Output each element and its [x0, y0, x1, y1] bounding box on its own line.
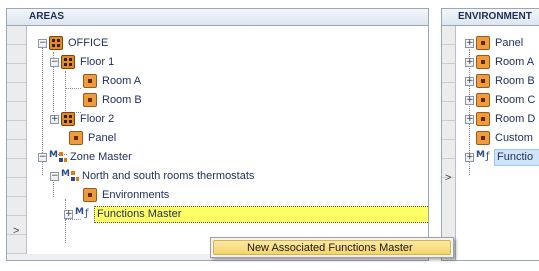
environment-icon — [83, 74, 97, 88]
tree-node-label: Panel — [88, 132, 117, 144]
collapse-icon[interactable]: − — [50, 58, 59, 67]
tree-node-label: Environments — [102, 189, 170, 201]
environment-icon — [476, 93, 490, 107]
expand-icon[interactable]: + — [50, 115, 59, 124]
environment-icon — [83, 93, 97, 107]
new-associated-functions-master-menu-item[interactable]: New Associated Functions Master — [213, 240, 451, 255]
zone-master-icon: M — [49, 150, 67, 164]
menu-item-label: New Associated Functions Master — [247, 242, 413, 254]
tree-node-label: Custom — [495, 132, 533, 144]
environments-header[interactable]: ENVIRONMENT — [442, 9, 539, 26]
tree-node-room-a[interactable]: Room A — [81, 73, 201, 90]
expand-icon[interactable]: + — [465, 115, 474, 124]
env-node-room-c[interactable]: + Room C — [464, 92, 539, 109]
environments-header-label: ENVIRONMENT — [458, 11, 532, 22]
tree-node-floor-1[interactable]: − Floor 1 — [47, 54, 167, 71]
expand-icon[interactable]: + — [465, 96, 474, 105]
gutter-row[interactable] — [442, 121, 455, 140]
tree-node-label: Room A — [102, 75, 142, 87]
tree-node-floor-2[interactable]: + Floor 2 — [47, 111, 167, 128]
gutter-row[interactable] — [442, 64, 455, 83]
gutter-row[interactable] — [442, 26, 455, 45]
tree-node-label: Functio — [494, 149, 539, 166]
gutter-row[interactable] — [7, 140, 26, 159]
functions-master-icon: Mƒ — [75, 207, 89, 219]
gutter-row[interactable] — [7, 159, 26, 178]
current-row-arrow-icon: > — [445, 172, 452, 184]
environments-panel: ENVIRONMENT > + Panel + Room A + Room B … — [441, 8, 539, 261]
expand-icon[interactable]: + — [465, 77, 474, 86]
tree-node-label: Floor 2 — [80, 113, 115, 125]
env-node-panel[interactable]: + Panel — [464, 35, 539, 52]
gutter-row[interactable] — [7, 26, 26, 45]
gutter-row[interactable] — [7, 83, 26, 102]
tree-node-north-south-thermostats[interactable]: − M North and south rooms thermostats — [47, 168, 307, 185]
tree-node-label: Room B — [495, 75, 535, 87]
tree-node-label: Floor 1 — [80, 56, 115, 68]
gutter-row[interactable] — [7, 197, 26, 216]
env-node-room-a[interactable]: + Room A — [464, 54, 539, 71]
gutter-row[interactable] — [7, 102, 26, 121]
environment-icon — [476, 55, 490, 69]
tree-node-zone-master[interactable]: − M Zone Master — [35, 149, 175, 166]
env-node-room-d[interactable]: + Room D — [464, 111, 539, 128]
expand-icon[interactable]: + — [64, 210, 73, 219]
environments-row-gutter: > — [442, 26, 456, 260]
tree-node-room-b[interactable]: Room B — [81, 92, 201, 109]
gutter-row[interactable] — [442, 45, 455, 64]
tree-node-label: Room D — [495, 113, 536, 125]
tree-node-office[interactable]: − OFFICE — [35, 35, 155, 52]
zone-master-icon: M — [61, 169, 79, 183]
tree-node-panel[interactable]: Panel — [67, 130, 187, 147]
collapse-icon[interactable]: − — [50, 172, 59, 181]
gutter-row[interactable] — [442, 83, 455, 102]
gutter-row[interactable] — [7, 64, 26, 83]
expand-icon[interactable]: + — [465, 153, 474, 162]
tree-node-functions-master[interactable]: + Mƒ Functions Master — [61, 206, 428, 223]
env-node-custom[interactable]: Custom — [464, 130, 539, 147]
tree-node-label: Functions Master — [94, 206, 428, 223]
tree-line — [65, 88, 81, 89]
tree-node-label: Room B — [102, 94, 142, 106]
expand-icon[interactable]: + — [465, 39, 474, 48]
collapse-icon[interactable]: − — [38, 39, 47, 48]
gutter-row[interactable] — [7, 121, 26, 140]
tree-node-label: Panel — [495, 37, 524, 49]
context-menu: New Associated Functions Master — [210, 237, 454, 258]
tree-node-label: Zone Master — [70, 151, 132, 163]
custom-environment-icon — [476, 131, 490, 145]
environment-icon — [83, 188, 97, 202]
areas-header-label: AREAS — [29, 11, 65, 22]
environment-icon — [476, 36, 490, 50]
tree-line — [65, 71, 66, 113]
collapse-icon[interactable]: − — [38, 153, 47, 162]
env-node-room-b[interactable]: + Room B — [464, 73, 539, 90]
environment-icon — [476, 74, 490, 88]
areas-header[interactable]: AREAS — [7, 9, 428, 26]
gutter-row[interactable] — [7, 235, 26, 254]
gutter-row[interactable] — [7, 45, 26, 64]
env-node-functions-master[interactable]: + Mƒ Functio — [464, 149, 539, 166]
expand-icon[interactable]: + — [465, 58, 474, 67]
tree-node-environments[interactable]: Environments — [81, 187, 221, 204]
floor-grid-icon — [61, 55, 75, 69]
environment-icon — [476, 112, 490, 126]
gutter-row[interactable] — [442, 102, 455, 121]
floor-grid-icon — [49, 36, 63, 50]
areas-row-gutter: > — [7, 26, 27, 260]
floor-grid-icon — [61, 112, 75, 126]
tree-node-label: Room A — [495, 56, 535, 68]
tree-node-label: North and south rooms thermostats — [82, 170, 255, 182]
functions-master-icon: Mƒ — [476, 150, 490, 162]
tree-node-label: OFFICE — [68, 37, 109, 49]
tree-node-label: Room C — [495, 94, 536, 106]
areas-panel: AREAS > − OFFICE − Floor 1 Room A Room B… — [6, 8, 429, 261]
current-row-arrow-icon: > — [13, 225, 20, 237]
environment-icon — [69, 131, 83, 145]
gutter-row[interactable] — [7, 178, 26, 197]
gutter-row[interactable] — [442, 140, 455, 159]
